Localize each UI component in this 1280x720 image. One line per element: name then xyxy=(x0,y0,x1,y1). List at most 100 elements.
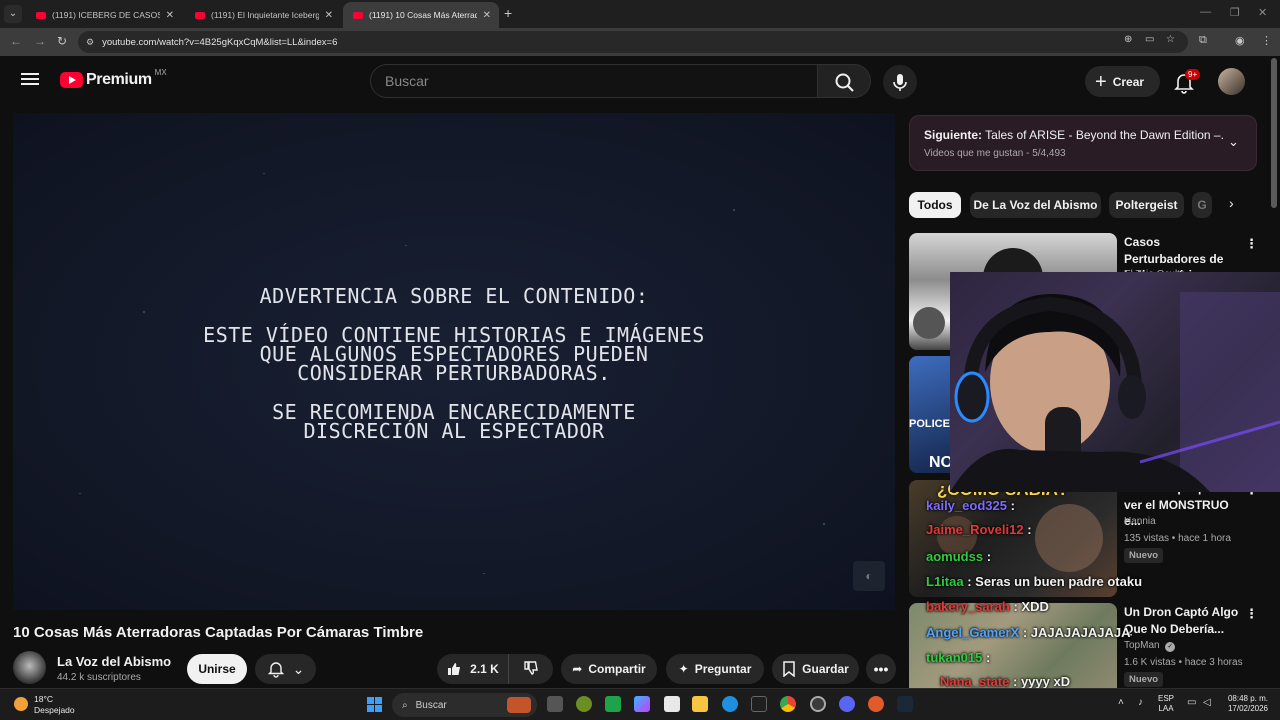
taskbar-search-label: Buscar xyxy=(415,699,447,711)
subscription-notifications-button[interactable]: ⌄ xyxy=(255,654,316,684)
tray-chevron-up-icon[interactable]: ˄ xyxy=(1118,697,1124,708)
discord-icon[interactable] xyxy=(839,696,855,712)
close-tab-icon[interactable]: ✕ xyxy=(325,10,333,21)
more-actions-button[interactable]: ••• xyxy=(866,654,896,684)
thumbnail-text: POLICE xyxy=(909,418,950,430)
obs-icon[interactable] xyxy=(810,696,826,712)
ask-button[interactable]: ✦ Preguntar xyxy=(666,654,764,684)
file-explorer-icon[interactable] xyxy=(692,696,708,712)
like-count: 2.1 K xyxy=(470,662,499,676)
guide-menu-icon[interactable] xyxy=(20,70,40,90)
app-icon[interactable] xyxy=(605,696,621,712)
tab-search-icon[interactable]: ⌄ xyxy=(4,5,22,23)
taskbar-clock[interactable]: 08:48 p. m. 17/02/2026 xyxy=(1224,694,1268,714)
close-tab-icon[interactable]: ✕ xyxy=(483,10,491,21)
chip-todos[interactable]: Todos xyxy=(909,192,961,218)
search-highlight-icon xyxy=(507,697,531,713)
microphone-tray-icon[interactable]: ♪ xyxy=(1138,697,1143,708)
channel-watermark-icon[interactable]: ◐ xyxy=(853,561,885,591)
search-button[interactable] xyxy=(817,64,871,98)
chat-message: Nana_state : yyyy xD xyxy=(940,674,1070,689)
chat-text: : xyxy=(986,650,991,665)
extensions-icon[interactable]: ⧉ xyxy=(1199,34,1207,47)
zoom-icon[interactable]: ⊕ xyxy=(1124,34,1132,45)
weather-widget[interactable]: 18°C Despejado xyxy=(14,694,75,716)
new-tab-icon[interactable]: + xyxy=(504,5,512,21)
join-button[interactable]: Unirse xyxy=(187,654,247,684)
browser-tab-2[interactable]: (1191) El Inquietante Iceberg de ✕ xyxy=(185,2,341,28)
notifications-button[interactable]: 9+ xyxy=(1170,68,1201,96)
profile-icon[interactable]: ◉ xyxy=(1235,34,1245,47)
temperature: 18°C xyxy=(34,694,53,704)
channel-avatar[interactable] xyxy=(13,651,46,684)
app-icon[interactable] xyxy=(751,696,767,712)
playlist-next-panel[interactable]: Siguiente: Tales of ARISE - Beyond the D… xyxy=(909,115,1257,171)
channel-name: TopMan xyxy=(1124,640,1160,651)
voice-search-button[interactable] xyxy=(883,65,917,99)
weather-text: 18°C Despejado xyxy=(34,694,75,716)
share-button[interactable]: ➦ Compartir xyxy=(561,654,657,684)
close-tab-icon[interactable]: ✕ xyxy=(166,10,174,21)
browser-menu-icon[interactable]: ⋮ xyxy=(1261,34,1272,47)
logo-text: Premium xyxy=(86,71,152,88)
more-vertical-icon[interactable]: ⋮ xyxy=(1245,606,1258,622)
steam-icon[interactable] xyxy=(897,696,913,712)
clock-time: 08:48 p. m. xyxy=(1227,694,1268,703)
verified-check-icon: ✓ xyxy=(1165,642,1176,652)
search-input[interactable] xyxy=(385,73,805,89)
recommendation-meta: 1.6 K vistas • hace 3 horas xyxy=(1124,657,1243,668)
taskbar-search[interactable]: ⌕ Buscar xyxy=(392,693,537,717)
volume-icon[interactable]: ◁ xyxy=(1203,697,1211,708)
site-info-icon[interactable]: ⚙ xyxy=(86,37,94,48)
chip-partial[interactable]: G xyxy=(1192,192,1212,218)
browser-tab-3-active[interactable]: (1191) 10 Cosas Más Aterradoras ✕ xyxy=(343,2,499,28)
close-window-icon[interactable]: ✕ xyxy=(1258,6,1267,19)
chat-message: bakery_sarah : XDD xyxy=(926,599,1049,614)
app-icon[interactable] xyxy=(576,696,592,712)
windows-start-icon[interactable] xyxy=(367,697,382,712)
recommendation-channel[interactable]: TopMan ✓ xyxy=(1124,640,1176,652)
video-player[interactable]: ADVERTENCIA SOBRE EL CONTENIDO: ESTE VÍD… xyxy=(13,113,895,610)
language-code: ESP xyxy=(1158,694,1175,703)
chevron-right-icon[interactable]: › xyxy=(1229,195,1234,211)
save-button[interactable]: Guardar xyxy=(772,654,859,684)
recommendation-title[interactable]: Un Dron Captó Algo Que No Debería... xyxy=(1124,604,1242,637)
recommendation-channel[interactable]: Hannia xyxy=(1124,516,1156,527)
plus-icon: + xyxy=(1095,70,1107,93)
next-video-line: Siguiente: Tales of ARISE - Beyond the D… xyxy=(924,128,1224,142)
browser-tab-1[interactable]: (1191) ICEBERG DE CASOS OCU ✕ xyxy=(26,2,182,28)
microphone-icon xyxy=(893,74,907,91)
chevron-down-icon: ⌄ xyxy=(292,660,305,677)
store-icon[interactable] xyxy=(664,696,680,712)
language-indicator[interactable]: ESP LAA xyxy=(1158,694,1174,714)
task-view-icon[interactable] xyxy=(547,696,563,712)
account-avatar[interactable] xyxy=(1218,68,1245,95)
cast-icon[interactable]: ▭ xyxy=(1145,34,1154,45)
create-button[interactable]: + Crear xyxy=(1085,66,1160,97)
like-button[interactable]: 2.1 K xyxy=(437,654,509,684)
network-icon[interactable]: ▭ xyxy=(1187,697,1196,708)
bookmark-star-icon[interactable]: ☆ xyxy=(1166,34,1175,45)
back-arrow-icon[interactable]: ← xyxy=(10,34,22,48)
minimize-window-icon[interactable]: — xyxy=(1200,6,1211,18)
reload-icon[interactable]: ↻ xyxy=(57,34,67,48)
dislike-button[interactable] xyxy=(509,660,553,679)
edge-icon[interactable] xyxy=(722,696,738,712)
maximize-window-icon[interactable]: ❐ xyxy=(1230,6,1240,19)
channel-name[interactable]: La Voz del Abismo xyxy=(57,654,171,669)
search-box[interactable] xyxy=(370,64,818,98)
address-bar[interactable]: ⚙ youtube.com/watch?v=4B25gKqxCqM&list=L… xyxy=(78,31,1188,53)
chip-de-la-voz-del-abismo[interactable]: De La Voz del Abismo xyxy=(970,192,1101,218)
share-label: Compartir xyxy=(588,662,646,676)
app-icon[interactable] xyxy=(868,696,884,712)
chip-poltergeist[interactable]: Poltergeist xyxy=(1109,192,1184,218)
page-scrollbar[interactable] xyxy=(1271,58,1277,208)
chevron-down-icon[interactable]: ⌄ xyxy=(1228,134,1239,150)
youtube-masthead: Premium MX + Crear 9+ xyxy=(0,56,1268,106)
chat-username: tukan015 xyxy=(926,650,983,665)
copilot-icon[interactable] xyxy=(634,696,650,712)
youtube-premium-logo[interactable]: Premium MX xyxy=(60,68,167,89)
forward-arrow-icon[interactable]: → xyxy=(34,34,46,48)
chrome-icon[interactable] xyxy=(780,696,796,712)
more-vertical-icon[interactable]: ⋮ xyxy=(1245,236,1258,252)
